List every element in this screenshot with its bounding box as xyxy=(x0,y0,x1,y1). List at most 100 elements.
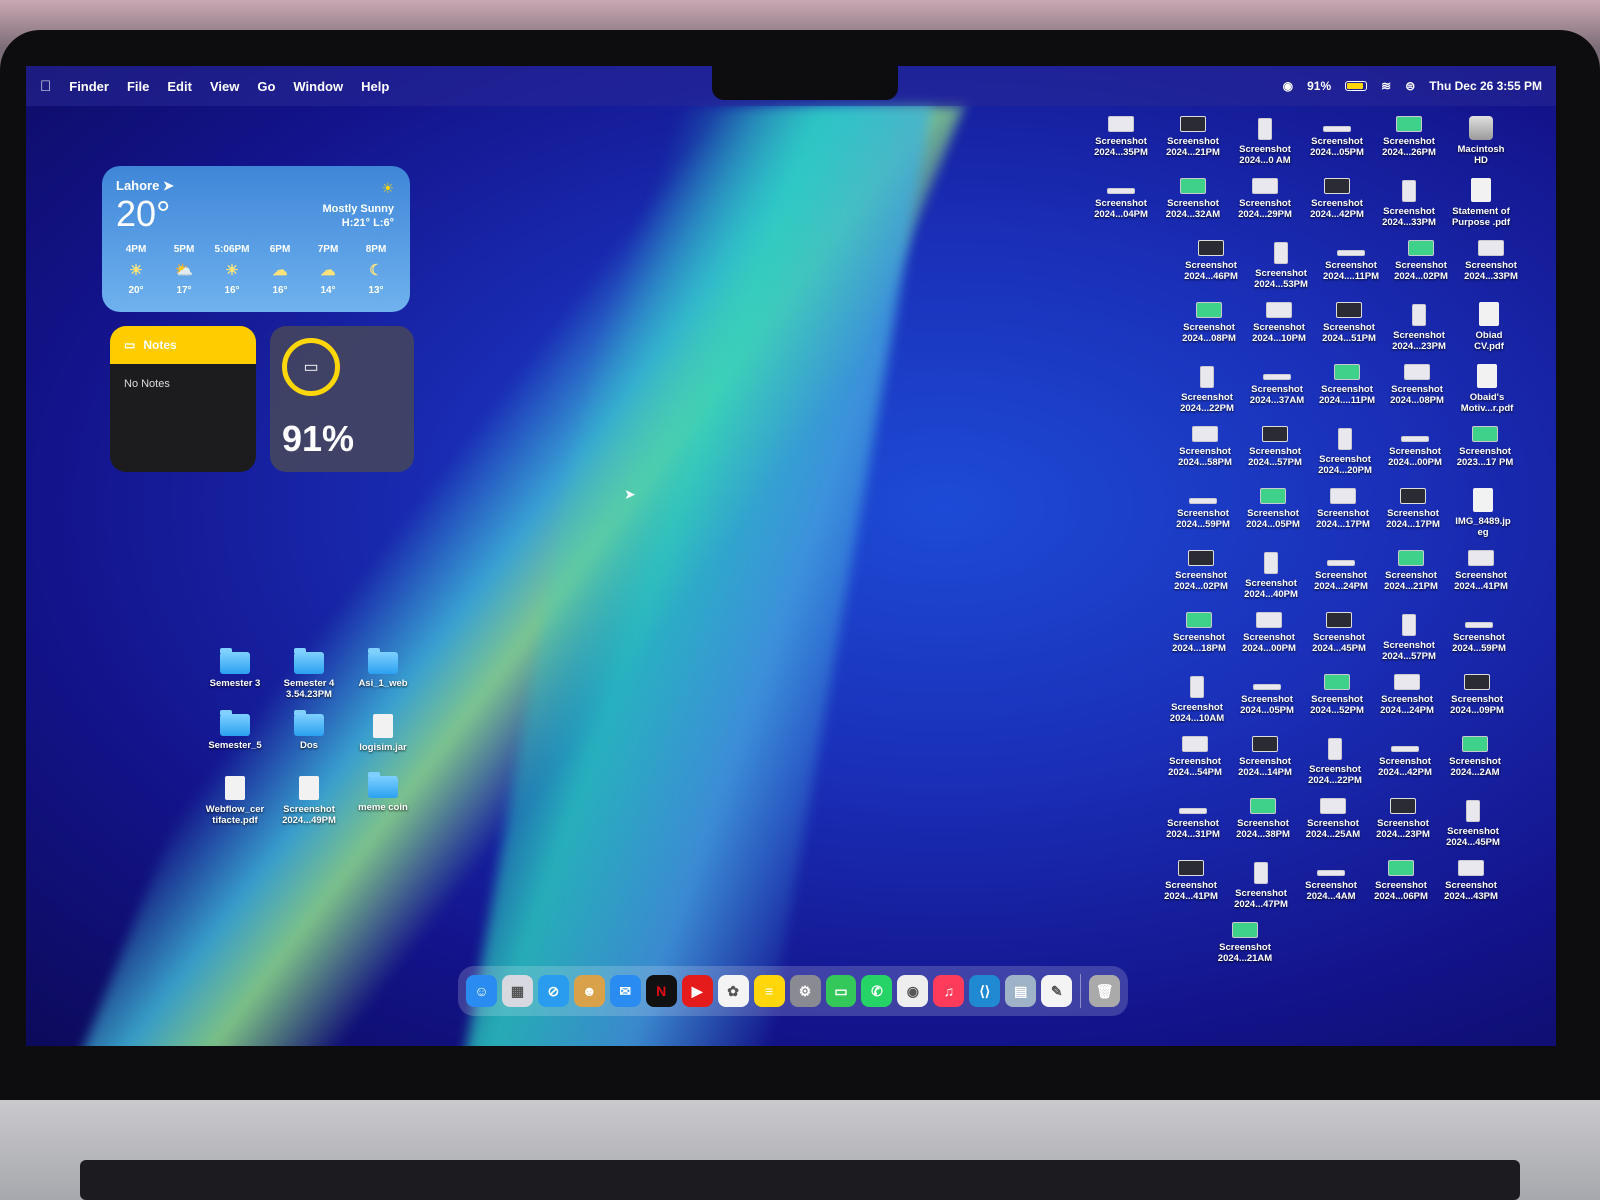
menu-help[interactable]: Help xyxy=(361,79,389,94)
battery-percent[interactable]: 91% xyxy=(1307,79,1331,93)
menu-edit[interactable]: Edit xyxy=(167,79,192,94)
mail-icon[interactable]: ✉ xyxy=(609,975,641,1007)
chrome-icon[interactable]: ◉ xyxy=(897,975,929,1007)
desktop-item[interactable]: Screenshot 2024...38PM xyxy=(1224,798,1302,840)
desktop-item[interactable]: Screenshot 2024....11PM xyxy=(1308,364,1386,406)
menu-view[interactable]: View xyxy=(210,79,239,94)
desktop-item[interactable]: Screenshot 2024....11PM xyxy=(1312,240,1390,282)
desktop-item[interactable]: Screenshot 2024...20PM xyxy=(1306,426,1384,476)
settings-icon[interactable]: ⚙ xyxy=(789,975,821,1007)
desktop-item[interactable]: Screenshot 2024...4AM xyxy=(1292,860,1370,902)
desktop-item[interactable]: Screenshot 2024...10PM xyxy=(1240,302,1318,344)
control-center-icon[interactable]: ⊜ xyxy=(1405,79,1415,93)
desktop-item[interactable]: Screenshot 2024...05PM xyxy=(1228,674,1306,716)
desktop-item[interactable]: Screenshot 2024...17PM xyxy=(1304,488,1382,530)
whatsapp-icon[interactable]: ✆ xyxy=(861,975,893,1007)
desktop-item[interactable]: Screenshot 2024...23PM xyxy=(1380,302,1458,352)
battery-widget[interactable]: ▭ 91% xyxy=(270,326,414,472)
desktop-item[interactable]: Screenshot 2024...49PM xyxy=(270,776,348,826)
desktop-item[interactable]: Screenshot 2024...24PM xyxy=(1302,550,1380,592)
desktop-item[interactable]: Screenshot 2024...33PM xyxy=(1452,240,1530,282)
desktop-item[interactable]: Screenshot 2024...25AM xyxy=(1294,798,1372,840)
desktop-item[interactable]: Webflow_cer tifacte.pdf xyxy=(196,776,274,826)
desktop-item[interactable]: Screenshot 2024...14PM xyxy=(1226,736,1304,778)
launchpad-icon[interactable]: ▦ xyxy=(501,975,533,1007)
desktop-item[interactable]: Screenshot 2024...02PM xyxy=(1162,550,1240,592)
desktop-item[interactable]: Screenshot 2024...00PM xyxy=(1376,426,1454,468)
desktop-item[interactable]: Screenshot 2024...24PM xyxy=(1368,674,1446,716)
youtube-icon[interactable]: ▶ xyxy=(681,975,713,1007)
desktop-item[interactable]: Screenshot 2023...17 PM xyxy=(1446,426,1524,468)
desktop-item[interactable]: Screenshot 2024...21PM xyxy=(1154,116,1232,158)
screen-record-icon[interactable]: ◉ xyxy=(1283,79,1293,93)
desktop-item[interactable]: Screenshot 2024...53PM xyxy=(1242,240,1320,290)
desktop-item[interactable]: Screenshot 2024...52PM xyxy=(1298,674,1376,716)
menu-file[interactable]: File xyxy=(127,79,149,94)
netflix-icon[interactable]: N xyxy=(645,975,677,1007)
desktop-item[interactable]: Screenshot 2024...05PM xyxy=(1234,488,1312,530)
desktop-item[interactable]: Screenshot 2024...04PM xyxy=(1082,178,1160,220)
desktop-item[interactable]: Screenshot 2024...06PM xyxy=(1362,860,1440,902)
contacts-icon[interactable]: ☻ xyxy=(573,975,605,1007)
desktop-item[interactable]: Screenshot 2024...45PM xyxy=(1300,612,1378,654)
desktop-item[interactable]: Screenshot 2024...51PM xyxy=(1310,302,1388,344)
menu-finder[interactable]: Finder xyxy=(69,79,109,94)
clock[interactable]: Thu Dec 26 3:55 PM xyxy=(1429,79,1542,93)
desktop-item[interactable]: Screenshot 2024...33PM xyxy=(1370,178,1448,228)
desktop-item[interactable]: Screenshot 2024...57PM xyxy=(1236,426,1314,468)
wifi-icon[interactable]: ≋ xyxy=(1381,79,1391,93)
desktop-item[interactable]: Screenshot 2024...2AM xyxy=(1436,736,1514,778)
desktop-item[interactable]: Screenshot 2024...17PM xyxy=(1374,488,1452,530)
desktop-item[interactable]: Screenshot 2024...26PM xyxy=(1370,116,1448,158)
menu-window[interactable]: Window xyxy=(293,79,343,94)
desktop-item[interactable]: Screenshot 2024...23PM xyxy=(1364,798,1442,840)
desktop-item[interactable]: Screenshot 2024...37AM xyxy=(1238,364,1316,406)
desktop-item[interactable]: Screenshot 2024...32AM xyxy=(1154,178,1232,220)
desktop-item[interactable]: Semester 4 3.54.23PM xyxy=(270,648,348,700)
battery-icon[interactable] xyxy=(1345,81,1368,91)
desktop-item[interactable]: meme coin xyxy=(344,772,422,813)
textedit-icon[interactable]: ✎ xyxy=(1041,975,1073,1007)
desktop-item[interactable]: Screenshot 2024...58PM xyxy=(1166,426,1244,468)
desktop-item[interactable]: Screenshot 2024...00PM xyxy=(1230,612,1308,654)
trash-icon[interactable]: 🗑 xyxy=(1089,975,1121,1007)
weather-widget[interactable]: Lahore ➤ 20° ☀ Mostly Sunny H:21° L:6° 4… xyxy=(102,166,410,312)
menu-go[interactable]: Go xyxy=(257,79,275,94)
desktop-item[interactable]: Obaid's Motiv...r.pdf xyxy=(1448,364,1526,414)
notes-widget[interactable]: ▭ Notes No Notes xyxy=(110,326,256,472)
desktop-item[interactable]: Screenshot 2024...45PM xyxy=(1434,798,1512,848)
photos-icon[interactable]: ✿ xyxy=(717,975,749,1007)
notes-icon[interactable]: ≡ xyxy=(753,975,785,1007)
desktop-item[interactable]: Screenshot 2024...08PM xyxy=(1170,302,1248,344)
desktop-item[interactable]: Semester 3 xyxy=(196,648,274,689)
desktop-item[interactable]: Screenshot 2024...31PM xyxy=(1154,798,1232,840)
desktop-item[interactable]: Screenshot 2024...22PM xyxy=(1296,736,1374,786)
desktop-item[interactable]: Screenshot 2024...41PM xyxy=(1442,550,1520,592)
desktop-item[interactable]: Asi_1_web xyxy=(344,648,422,689)
desktop-item[interactable]: Screenshot 2024...41PM xyxy=(1152,860,1230,902)
preview-icon[interactable]: ▤ xyxy=(1005,975,1037,1007)
desktop-item[interactable]: Screenshot 2024...47PM xyxy=(1222,860,1300,910)
safari-icon[interactable]: ⊘ xyxy=(537,975,569,1007)
finder-icon[interactable]: ☺ xyxy=(466,975,497,1007)
desktop-item[interactable]: Screenshot 2024...35PM xyxy=(1082,116,1160,158)
desktop-item[interactable]: Screenshot 2024...05PM xyxy=(1298,116,1376,158)
desktop-item[interactable]: Screenshot 2024...02PM xyxy=(1382,240,1460,282)
apple-menu-icon[interactable]:  xyxy=(40,78,51,95)
desktop-item[interactable]: Semester_5 xyxy=(196,710,274,751)
desktop-item[interactable]: Screenshot 2024...22PM xyxy=(1168,364,1246,414)
desktop-item[interactable]: Screenshot 2024...59PM xyxy=(1164,488,1242,530)
desktop-item[interactable]: Screenshot 2024...0 AM xyxy=(1226,116,1304,166)
desktop-item[interactable]: logisim.jar xyxy=(344,714,422,753)
desktop-item[interactable]: Screenshot 2024...29PM xyxy=(1226,178,1304,220)
desktop-item[interactable]: Macintosh HD xyxy=(1442,116,1520,166)
desktop-item[interactable]: Screenshot 2024...59PM xyxy=(1440,612,1518,654)
music-icon[interactable]: ♫ xyxy=(933,975,965,1007)
desktop-item[interactable]: Screenshot 2024...09PM xyxy=(1438,674,1516,716)
facetime-icon[interactable]: ▭ xyxy=(825,975,857,1007)
desktop-item[interactable]: Screenshot 2024...54PM xyxy=(1156,736,1234,778)
desktop-item[interactable]: Screenshot 2024...43PM xyxy=(1432,860,1510,902)
desktop-item[interactable]: Dos xyxy=(270,710,348,751)
desktop-item[interactable]: Screenshot 2024...40PM xyxy=(1232,550,1310,600)
desktop-item[interactable]: Screenshot 2024...46PM xyxy=(1172,240,1250,282)
